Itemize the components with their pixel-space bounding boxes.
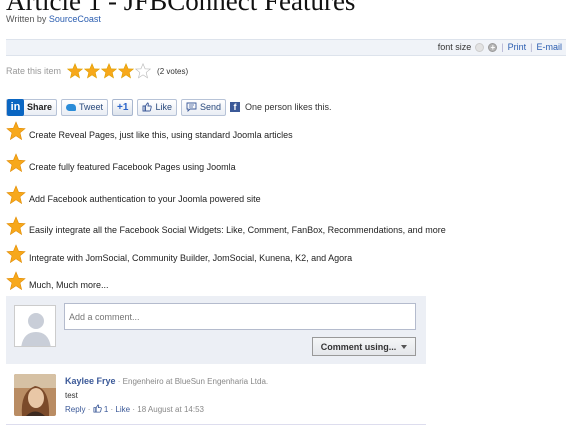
feature-item: Create Reveal Pages, just like this, usi… [6, 121, 293, 141]
facebook-icon: f [229, 102, 240, 112]
font-size-label: font size [437, 42, 472, 52]
vote-count: (2 votes) [157, 66, 189, 76]
comment-body: Kaylee Frye · Engenheiro at BlueSun Enge… [65, 374, 268, 417]
comment-author-role: · Engenheiro at BlueSun Engenharia Ltda. [117, 377, 269, 386]
avatar-placeholder [14, 305, 56, 347]
star-filled-icon[interactable] [101, 63, 118, 79]
star-filled-icon[interactable] [84, 63, 101, 79]
meta-dot: · [110, 405, 114, 414]
avatar-photo [14, 374, 56, 416]
star-icon [6, 153, 26, 173]
article-toolbar: font size + | Print | E-mail [6, 39, 566, 56]
feature-text: Much, Much more... [29, 280, 109, 290]
author-link[interactable]: SourceCoast [49, 14, 101, 24]
facebook-like-button[interactable]: Like [137, 98, 177, 116]
star-icon [6, 271, 26, 291]
social-bar: in Share Tweet +1 Like Send f One person… [6, 97, 332, 117]
rating-row: Rate this item (2 votes) [6, 63, 188, 79]
thumbs-up-icon [93, 404, 102, 413]
comment-input[interactable] [64, 303, 416, 330]
reply-link[interactable]: Reply [65, 405, 85, 414]
avatar[interactable] [14, 374, 56, 416]
twitter-bird-icon [66, 103, 77, 111]
divider [6, 424, 426, 425]
send-label: Send [199, 102, 221, 112]
feature-item: Easily integrate all the Facebook Social… [6, 216, 446, 236]
meta-dot: · [132, 405, 136, 414]
tweet-button[interactable]: Tweet [61, 98, 109, 116]
toolbar-separator: | [501, 42, 504, 52]
star-icon [6, 121, 26, 141]
star-icon [6, 185, 26, 205]
comment-like-link[interactable]: Like [115, 405, 130, 414]
email-link[interactable]: E-mail [536, 42, 562, 52]
print-link[interactable]: Print [508, 42, 527, 52]
toolbar-separator: | [530, 42, 533, 52]
tweet-label: Tweet [79, 102, 104, 112]
feature-text: Add Facebook authentication to your Joom… [29, 194, 261, 204]
comment-meta: Reply · 1 · Like · 18 August at 14:53 [65, 403, 268, 417]
comment-author-link[interactable]: Kaylee Frye [65, 376, 116, 386]
linkedin-share-label: Share [27, 102, 53, 112]
feature-item: Create fully featured Facebook Pages usi… [6, 153, 236, 173]
meta-dot: · [87, 405, 91, 414]
star-icon [6, 216, 26, 236]
byline: Written by SourceCoast [6, 14, 101, 24]
comment-date: 18 August at 14:53 [137, 405, 204, 414]
like-count[interactable]: 1 [104, 405, 108, 414]
rating-stars [67, 63, 152, 79]
likes-count-text: One person likes this. [244, 102, 332, 112]
comment-using-button[interactable]: Comment using... [312, 337, 416, 356]
user-silhouette-icon [21, 313, 51, 346]
comment-text: test [65, 391, 78, 400]
chevron-down-icon [401, 344, 408, 349]
feature-text: Create fully featured Facebook Pages usi… [29, 162, 236, 172]
linkedin-share-button[interactable]: in Share [6, 98, 58, 116]
feature-item: Much, Much more... [6, 271, 109, 291]
rating-label: Rate this item [6, 66, 62, 76]
star-filled-icon[interactable] [118, 63, 135, 79]
star-icon [6, 244, 26, 264]
linkedin-icon: in [7, 98, 24, 116]
like-label: Like [155, 102, 172, 112]
star-empty-icon[interactable] [135, 63, 152, 79]
thumbs-up-icon [142, 102, 153, 112]
comment-form: Comment using... [6, 296, 426, 364]
comment-using-label: Comment using... [320, 341, 397, 352]
feature-text: Integrate with JomSocial, Community Buil… [29, 253, 353, 263]
byline-prefix: Written by [6, 14, 47, 24]
feature-text: Easily integrate all the Facebook Social… [29, 225, 446, 235]
facebook-send-button[interactable]: Send [180, 98, 226, 116]
feature-item: Add Facebook authentication to your Joom… [6, 185, 261, 205]
google-plus-button[interactable]: +1 [112, 98, 134, 116]
star-filled-icon[interactable] [67, 63, 84, 79]
google-plus-label: +1 [117, 101, 129, 113]
feature-item: Integrate with JomSocial, Community Buil… [6, 244, 352, 264]
send-icon [186, 102, 197, 112]
feature-text: Create Reveal Pages, just like this, usi… [29, 130, 293, 140]
font-increase-icon[interactable]: + [488, 42, 498, 52]
font-decrease-icon[interactable] [475, 42, 485, 52]
